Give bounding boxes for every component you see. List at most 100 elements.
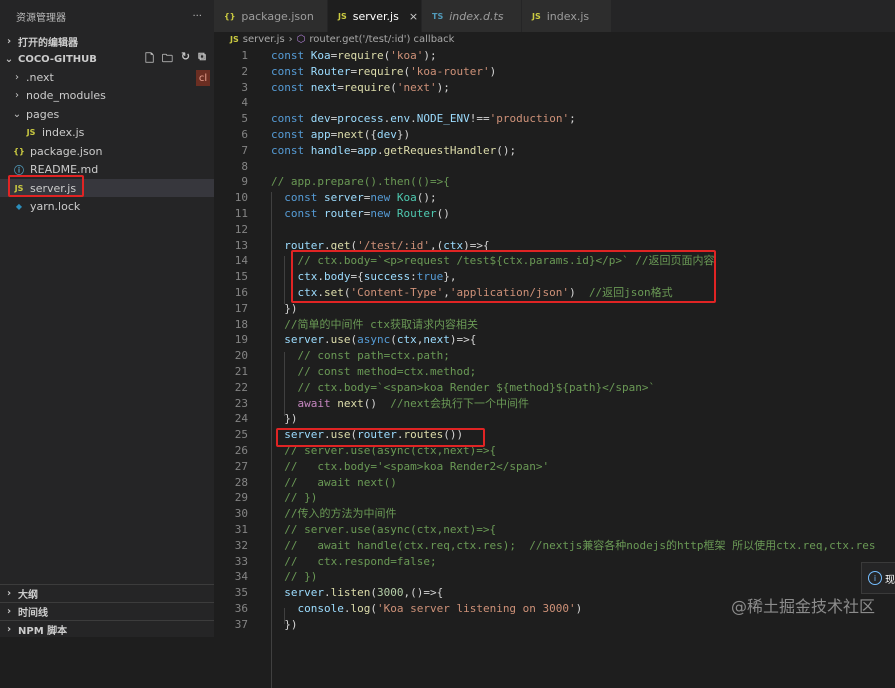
line-number: 23 — [234, 396, 248, 410]
line-number: 29 — [234, 491, 248, 505]
code-line: // await handle(ctx.req,ctx.res); //next… — [284, 538, 876, 552]
symbol-method-icon: ⬡ — [296, 33, 306, 45]
json-file-icon: {} — [224, 11, 236, 21]
tab-server-js[interactable]: JS server.js × — [328, 0, 422, 32]
project-section[interactable]: ⌄ COCO-GITHUB 🗋 🗀 ↻ ⧉ — [0, 50, 214, 68]
tree-item-label: package.json — [30, 144, 103, 158]
new-file-icon[interactable]: 🗋 — [145, 50, 154, 69]
code-line: const next=require('next'); — [271, 80, 450, 94]
tree-item-label: .next — [26, 70, 54, 84]
code-line: ctx.set('Content-Type','application/json… — [297, 286, 673, 299]
line-number: 22 — [234, 380, 248, 394]
open-editors-label: 打开的编辑器 — [18, 37, 78, 49]
tab-label: index.js — [546, 9, 590, 23]
tree-item[interactable]: ◆ yarn.lock — [0, 198, 214, 216]
line-number: 34 — [234, 570, 248, 584]
code-line: // }) — [284, 491, 318, 505]
tree-item-label: node_modules — [26, 89, 106, 102]
js-file-icon: JS — [532, 11, 541, 21]
code-line: server.use(router.routes()) — [284, 428, 464, 442]
breadcrumb-symbol[interactable]: router.get('/test/:id') callback — [309, 34, 454, 45]
code-line: const app=next({dev}) — [271, 128, 411, 141]
code-line: const handle=app.getRequestHandler(); — [271, 143, 517, 157]
tab-index-d-ts[interactable]: TS index.d.ts — [422, 0, 522, 32]
new-folder-icon[interactable]: 🗀 — [162, 50, 173, 69]
code-line: // const method=ctx.method; — [297, 365, 477, 378]
panel-section-label: NPM 脚本 — [18, 626, 68, 637]
tree-item-label: README.md — [30, 163, 99, 176]
panel-section-label: 大纲 — [18, 590, 38, 601]
chevron-right-icon: › — [6, 35, 12, 47]
code-line: // server.use(async(ctx,next)=>{ — [284, 523, 497, 536]
code-line: // ctx.body=`<p>request /test${ctx.param… — [297, 254, 715, 268]
project-label: COCO-GITHUB — [18, 53, 97, 65]
line-number: 35 — [234, 586, 248, 600]
line-number: 26 — [234, 444, 248, 457]
notification-toast[interactable]: i 现 — [861, 562, 895, 594]
code-line: // server.use(async(ctx,next)=>{ — [284, 444, 497, 457]
line-number: 18 — [234, 317, 248, 331]
close-icon[interactable]: × — [409, 10, 418, 23]
yarn-file-icon: ◆ — [15, 202, 23, 211]
code-editor[interactable]: 1 const Koa=require('koa'); 2 const Router=… — [214, 48, 895, 688]
tree-item[interactable]: JS index.js — [0, 124, 214, 142]
js-file-icon: JS — [14, 183, 24, 193]
line-number: 12 — [234, 222, 248, 236]
tree-item[interactable]: JS server.js — [0, 179, 214, 197]
tree-item[interactable]: ⌄ pages — [0, 105, 214, 123]
tab-package-json[interactable]: {} package.json — [214, 0, 328, 32]
line-number: 27 — [234, 459, 248, 473]
tree-item-label: server.js — [30, 181, 77, 195]
breadcrumb: JS server.js › ⬡ router.get('/test/:id')… — [214, 32, 895, 46]
tree-item[interactable]: {} package.json — [0, 142, 214, 160]
watermark: @稀土掘金技术社区 — [730, 597, 875, 616]
line-number: 3 — [241, 80, 248, 94]
line-number: 31 — [234, 523, 248, 536]
line-number: 13 — [234, 238, 248, 252]
code-line: await next() //next会执行下一个中间件 — [297, 396, 530, 410]
code-line: server.use(async(ctx,next)=>{ — [284, 333, 477, 347]
info-file-icon: ⓘ — [14, 166, 24, 177]
code-line: // }) — [284, 570, 318, 584]
explorer-sidebar: 资源管理器 ··· › 打开的编辑器 ⌄ COCO-GITHUB 🗋 🗀 ↻ ⧉… — [0, 0, 214, 637]
breadcrumb-file[interactable]: server.js — [243, 34, 285, 45]
notification-text: 现 — [885, 574, 895, 586]
tree-item[interactable]: › node_modules — [0, 87, 214, 105]
line-number: 17 — [234, 301, 248, 315]
code-line: const server=new Koa(); — [284, 191, 437, 205]
code-line: // const path=ctx.path; — [297, 349, 450, 363]
panel-section[interactable]: › NPM 脚本 — [0, 620, 214, 638]
editor-tabs: {} package.json JS server.js × TS index.d.ts JS… — [214, 0, 895, 32]
line-number: 20 — [234, 349, 248, 363]
js-file-icon: JS — [26, 128, 36, 137]
refresh-icon[interactable]: ↻ — [181, 50, 190, 69]
panel-section-label: 时间线 — [18, 608, 48, 619]
line-number: 33 — [234, 554, 248, 568]
line-number: 4 — [241, 96, 248, 110]
tab-label: server.js — [352, 9, 399, 23]
info-icon: i — [868, 571, 882, 585]
line-number: 28 — [234, 475, 248, 489]
line-number: 11 — [234, 207, 248, 220]
panel-section[interactable]: › 大纲 — [0, 584, 214, 602]
open-editors-section[interactable]: › 打开的编辑器 — [0, 32, 214, 50]
tab-index-js[interactable]: JS index.js — [522, 0, 612, 32]
more-actions-icon[interactable]: ··· — [192, 11, 202, 22]
code-line: }) — [271, 301, 298, 315]
line-number: 24 — [234, 412, 248, 426]
explorer-actions: 🗋 🗀 ↻ ⧉ — [145, 50, 206, 69]
code-line: //传入的方法为中间件 — [284, 507, 397, 521]
chevron-right-icon: › — [15, 71, 19, 83]
code-line: const router=new Router() — [284, 207, 450, 220]
code-line: // ctx.respond=false; — [284, 554, 437, 568]
chevron-right-icon: › — [6, 606, 12, 617]
ts-file-icon: TS — [432, 11, 444, 21]
tree-item[interactable]: ⓘ README.md — [0, 161, 214, 179]
tree-item-label: index.js — [42, 126, 85, 139]
line-number: 21 — [234, 365, 248, 378]
collapse-all-icon[interactable]: ⧉ — [198, 50, 206, 69]
tab-label: index.d.ts — [449, 9, 504, 23]
panel-section[interactable]: › 时间线 — [0, 602, 214, 620]
line-number: 7 — [241, 143, 248, 157]
tree-item[interactable]: › .next — [0, 68, 214, 86]
